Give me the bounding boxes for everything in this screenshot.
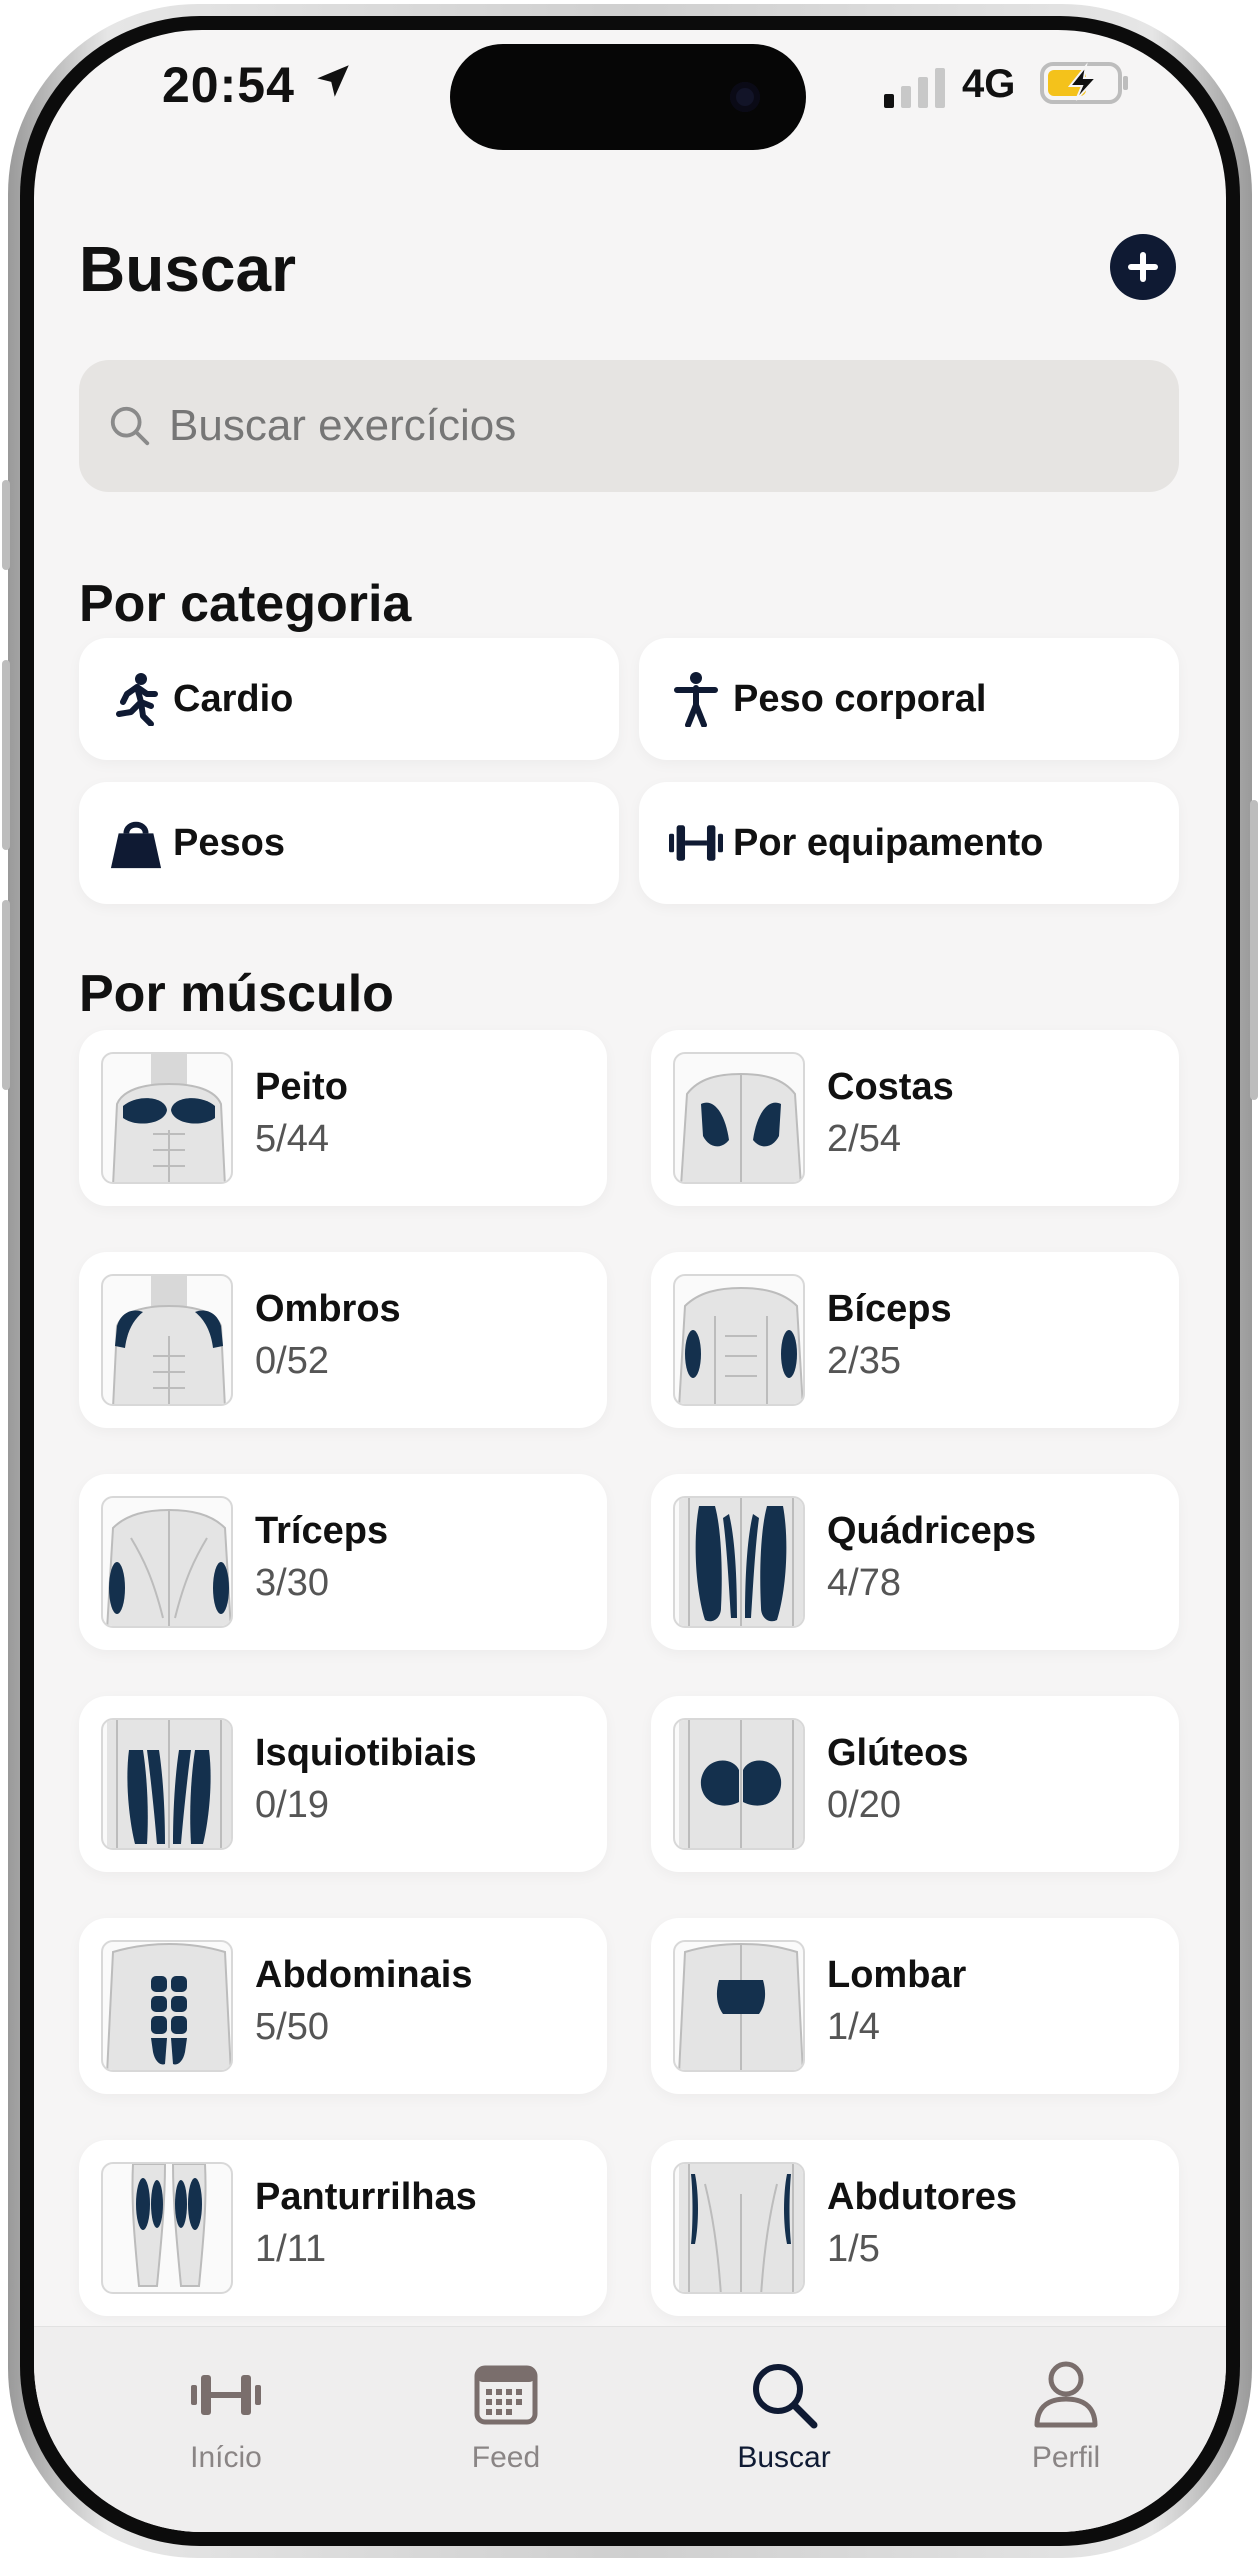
muscle-card-abductors[interactable]: Abdutores 1/5 — [651, 2140, 1179, 2316]
plus-icon — [1128, 252, 1158, 282]
muscle-card-glutes[interactable]: Glúteos 0/20 — [651, 1696, 1179, 1872]
muscle-exercise-count: 1/11 — [255, 2228, 327, 2270]
muscle-name: Glúteos — [827, 1732, 969, 1774]
muscle-card-abs[interactable]: Abdominais 5/50 — [79, 1918, 607, 2094]
glutes-muscle-icon — [673, 1718, 805, 1850]
section-title-category: Por categoria — [79, 575, 412, 633]
action-button — [2, 480, 10, 570]
muscle-name: Quádriceps — [827, 1510, 1037, 1552]
category-weights[interactable]: Pesos — [79, 782, 619, 904]
section-title-muscle: Por músculo — [79, 965, 394, 1023]
muscle-exercise-count: 2/54 — [827, 1118, 901, 1160]
calves-muscle-icon — [101, 2162, 233, 2294]
add-exercise-button[interactable] — [1110, 234, 1176, 300]
muscle-name: Peito — [255, 1066, 348, 1108]
volume-up-button — [2, 660, 10, 850]
search-icon — [110, 406, 150, 446]
dumbbell-icon — [126, 2357, 326, 2433]
muscle-card-calves[interactable]: Panturrilhas 1/11 — [79, 2140, 607, 2316]
triceps-muscle-icon — [101, 1496, 233, 1628]
status-time: 20:54 — [162, 57, 295, 113]
dumbbell-icon — [669, 816, 723, 870]
category-label: Cardio — [173, 677, 294, 720]
muscle-exercise-count: 1/5 — [827, 2228, 880, 2270]
quadriceps-muscle-icon — [673, 1496, 805, 1628]
muscle-exercise-count: 2/35 — [827, 1340, 901, 1382]
kettlebell-weight-icon — [109, 816, 163, 870]
category-equipment[interactable]: Por equipamento — [639, 782, 1179, 904]
muscle-exercise-count: 0/19 — [255, 1784, 329, 1826]
muscle-card-back[interactable]: Costas 2/54 — [651, 1030, 1179, 1206]
page-title: Buscar — [79, 233, 296, 305]
back-muscle-icon — [673, 1052, 805, 1184]
network-type: 4G — [962, 62, 1016, 106]
muscle-name: Lombar — [827, 1954, 967, 1996]
dynamic-island — [450, 44, 806, 150]
muscle-exercise-count: 0/20 — [827, 1784, 901, 1826]
category-bodyweight[interactable]: Peso corporal — [639, 638, 1179, 760]
tab-label: Feed — [471, 2441, 541, 2474]
muscle-card-quadriceps[interactable]: Quádriceps 4/78 — [651, 1474, 1179, 1650]
muscle-card-lower-back[interactable]: Lombar 1/4 — [651, 1918, 1179, 2094]
power-button — [1250, 800, 1258, 1100]
muscle-card-biceps[interactable]: Bíceps 2/35 — [651, 1252, 1179, 1428]
category-cardio[interactable]: Cardio — [79, 638, 619, 760]
muscle-name: Costas — [827, 1066, 954, 1108]
muscle-card-hamstrings[interactable]: Isquiotibiais 0/19 — [79, 1696, 607, 1872]
muscle-name: Ombros — [255, 1288, 401, 1330]
muscle-name: Isquiotibiais — [255, 1732, 477, 1774]
location-arrow-icon — [317, 65, 349, 97]
muscle-exercise-count: 0/52 — [255, 1340, 329, 1382]
lower-back-muscle-icon — [673, 1940, 805, 2072]
shoulders-muscle-icon — [101, 1274, 233, 1406]
category-label: Por equipamento — [733, 821, 1044, 864]
muscle-card-triceps[interactable]: Tríceps 3/30 — [79, 1474, 607, 1650]
search-bar[interactable] — [79, 360, 1179, 492]
tab-bar: Início Feed Buscar Perfil — [34, 2326, 1226, 2532]
category-label: Peso corporal — [733, 677, 987, 720]
muscle-exercise-count: 1/4 — [827, 2006, 880, 2048]
muscle-exercise-count: 4/78 — [827, 1562, 901, 1604]
category-label: Pesos — [173, 821, 285, 864]
screen: 20:54 4G Buscar Por categoria — [34, 30, 1226, 2532]
muscle-exercise-count: 3/30 — [255, 1562, 329, 1604]
camera-icon — [730, 82, 760, 112]
tab-label: Buscar — [737, 2441, 831, 2474]
chest-muscle-icon — [101, 1052, 233, 1184]
tab-perfil[interactable]: Perfil — [966, 2357, 1166, 2475]
hamstrings-muscle-icon — [101, 1718, 233, 1850]
muscle-name: Tríceps — [255, 1510, 389, 1552]
tab-feed[interactable]: Feed — [406, 2357, 606, 2475]
biceps-muscle-icon — [673, 1274, 805, 1406]
tab-inicio[interactable]: Início — [126, 2357, 326, 2475]
muscle-exercise-count: 5/44 — [255, 1118, 329, 1160]
muscle-name: Abdutores — [827, 2176, 1017, 2218]
search-input[interactable] — [169, 401, 1129, 451]
tab-buscar[interactable]: Buscar — [684, 2357, 884, 2475]
signal-strength-icon — [884, 68, 945, 108]
battery-charging-icon — [1040, 62, 1128, 104]
calendar-icon — [406, 2357, 606, 2433]
abductors-muscle-icon — [673, 2162, 805, 2294]
search-icon — [684, 2357, 884, 2433]
standing-person-icon — [669, 672, 723, 727]
muscle-card-shoulders[interactable]: Ombros 0/52 — [79, 1252, 607, 1428]
volume-down-button — [2, 900, 10, 1090]
muscle-exercise-count: 5/50 — [255, 2006, 329, 2048]
muscle-name: Bíceps — [827, 1288, 952, 1330]
muscle-name: Panturrilhas — [255, 2176, 477, 2218]
muscle-card-chest[interactable]: Peito 5/44 — [79, 1030, 607, 1206]
tab-label: Perfil — [1031, 2441, 1101, 2474]
running-person-icon — [109, 672, 163, 726]
person-icon — [966, 2357, 1166, 2433]
muscle-name: Abdominais — [255, 1954, 473, 1996]
abs-muscle-icon — [101, 1940, 233, 2072]
tab-label: Início — [190, 2441, 262, 2474]
